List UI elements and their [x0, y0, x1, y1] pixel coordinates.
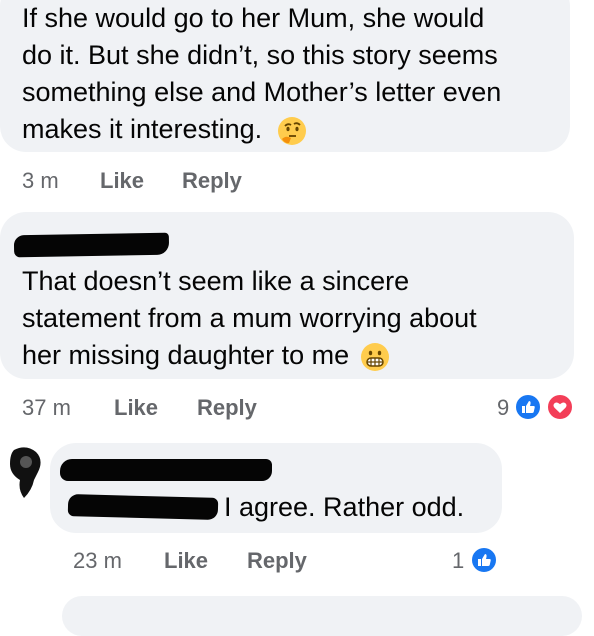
comment-bubble-1: If she would go to her Mum, she would do… — [0, 0, 570, 152]
comment-3-meta: 23 m Like Reply — [0, 548, 594, 578]
comment-3-reaction-count[interactable]: 1 — [452, 548, 464, 574]
like-reaction-icon-2[interactable] — [470, 546, 498, 574]
comment-1-line-2: do it. But she didn’t, so this story see… — [22, 40, 498, 70]
comment-1-line-3: something else and Mother’s letter even — [22, 77, 502, 107]
redacted-author-name-2 — [60, 459, 272, 481]
comment-3-like-button[interactable]: Like — [164, 548, 208, 574]
comment-2-line-2: statement from a mum worrying about — [22, 303, 477, 333]
like-reaction-icon[interactable] — [514, 393, 542, 421]
avatar[interactable] — [6, 446, 46, 502]
comment-1-time: 3 m — [22, 168, 59, 193]
comment-1-meta: 3 m Like Reply — [0, 168, 594, 198]
grimacing-face-icon — [360, 342, 389, 371]
comment-2-line-3: her missing daughter to me — [22, 340, 350, 370]
comment-bubble-3: I agree. Rather odd. — [50, 443, 502, 533]
love-reaction-icon[interactable] — [546, 393, 574, 421]
comment-2-line-1: That doesn’t seem like a sincere — [22, 266, 410, 296]
comment-1-line-1: If she would go to her Mum, she would — [22, 3, 485, 33]
comment-3-time: 23 m — [73, 548, 122, 573]
comment-bubble-2: That doesn’t seem like a sincere stateme… — [0, 212, 574, 379]
comment-2-reply-button[interactable]: Reply — [197, 395, 257, 421]
redacted-author-name — [13, 232, 170, 258]
comment-2-time: 37 m — [22, 395, 71, 420]
comment-2-like-button[interactable]: Like — [114, 395, 158, 421]
next-comment-bubble — [62, 596, 582, 636]
redacted-text — [67, 494, 219, 520]
comment-1-reply-button[interactable]: Reply — [182, 168, 242, 194]
comment-3-text: I agree. Rather odd. — [224, 492, 465, 522]
comment-1-line-4: makes it interesting. — [22, 114, 263, 144]
thinking-face-icon — [277, 116, 306, 145]
comment-1-like-button[interactable]: Like — [100, 168, 144, 194]
comment-2-reaction-count[interactable]: 9 — [497, 395, 509, 421]
comment-3-reply-button[interactable]: Reply — [247, 548, 307, 574]
